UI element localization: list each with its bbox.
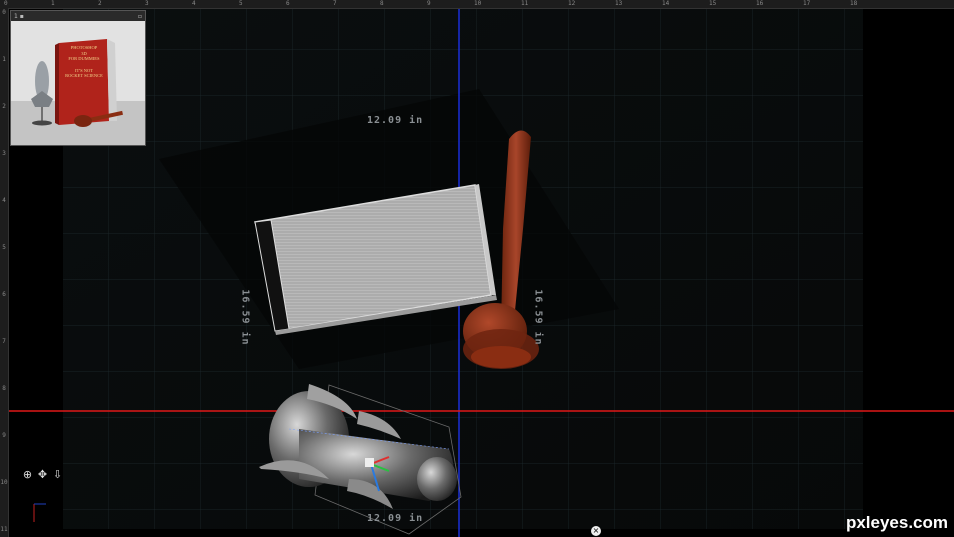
ruler-top-tick: 13 <box>615 0 623 7</box>
ruler-top-tick: 1 <box>51 0 55 7</box>
ruler-top-tick: 6 <box>286 0 290 7</box>
ruler-left-tick: 2 <box>2 103 6 110</box>
dimension-top-width: 12.09 in <box>367 115 424 126</box>
ruler-left: 0 1 2 3 4 5 6 7 8 9 10 11 <box>0 8 9 537</box>
ruler-top-tick: 0 <box>4 0 8 7</box>
ruler-top-tick: 2 <box>98 0 102 7</box>
axis-widget-icon <box>33 503 46 522</box>
ruler-top-tick: 3 <box>145 0 149 7</box>
ruler-top-tick: 16 <box>756 0 764 7</box>
thumbnail-render <box>11 21 145 145</box>
ruler-top-tick: 9 <box>427 0 431 7</box>
ruler-left-tick: 4 <box>2 197 6 204</box>
ruler-left-tick: 11 <box>0 526 8 533</box>
pan-icon[interactable]: ✥ <box>37 468 48 481</box>
ruler-top-tick: 11 <box>521 0 529 7</box>
dimension-left-height: 16.59 in <box>239 289 251 346</box>
walk-icon[interactable]: ⇩ <box>52 468 63 481</box>
ruler-left-tick: 6 <box>2 291 6 298</box>
orbit-icon[interactable]: ⊕ <box>22 468 33 481</box>
3d-navigation-tools: ⊕ ✥ ⇩ <box>22 468 63 481</box>
thumbnail-toolbar[interactable]: 1 ▪ ▫ <box>11 11 145 21</box>
dimension-bottom-width: 12.09 in <box>367 513 424 524</box>
ruler-left-tick: 7 <box>2 338 6 345</box>
ruler-left-tick: 5 <box>2 244 6 251</box>
book-title-text: PHOTOSHOP 3D FOR DUMMIES IT'S NOT ROCKET… <box>65 45 103 78</box>
thumbnail-expand-icon[interactable]: ▫ <box>138 13 142 20</box>
ruler-left-tick: 0 <box>2 9 6 16</box>
watermark: pxleyes.com <box>845 513 948 532</box>
3d-viewport[interactable]: 12.09 in 12.09 in 16.59 in 16.59 in <box>9 9 954 537</box>
ruler-top-tick: 18 <box>850 0 858 7</box>
ruler-left-tick: 8 <box>2 385 6 392</box>
ruler-top-tick: 7 <box>333 0 337 7</box>
ruler-left-tick: 1 <box>2 56 6 63</box>
ruler-top-tick: 4 <box>192 0 196 7</box>
ruler-left-tick: 3 <box>2 150 6 157</box>
camera-preview-thumbnail[interactable]: 1 ▪ ▫ PHOTOSHOP 3D FOR DUMMIES IT'S NOT … <box>10 10 146 146</box>
ruler-left-tick: 9 <box>2 432 6 439</box>
ruler-top-tick: 10 <box>474 0 482 7</box>
ruler-top-tick: 17 <box>803 0 811 7</box>
dimension-right-height: 16.59 in <box>532 289 544 346</box>
ruler-left-tick: 10 <box>0 479 8 486</box>
ruler-top-tick: 8 <box>380 0 384 7</box>
close-icon[interactable]: × <box>591 526 601 536</box>
scene-canvas[interactable] <box>9 9 954 537</box>
ruler-top: 0 1 2 3 4 5 6 7 8 9 10 11 12 13 14 15 16 17 18 <box>0 0 954 9</box>
ruler-top-tick: 5 <box>239 0 243 7</box>
thumbnail-camera-label[interactable]: 1 ▪ <box>14 13 24 20</box>
ruler-top-tick: 14 <box>662 0 670 7</box>
ruler-top-tick: 15 <box>709 0 717 7</box>
ruler-top-tick: 12 <box>568 0 576 7</box>
